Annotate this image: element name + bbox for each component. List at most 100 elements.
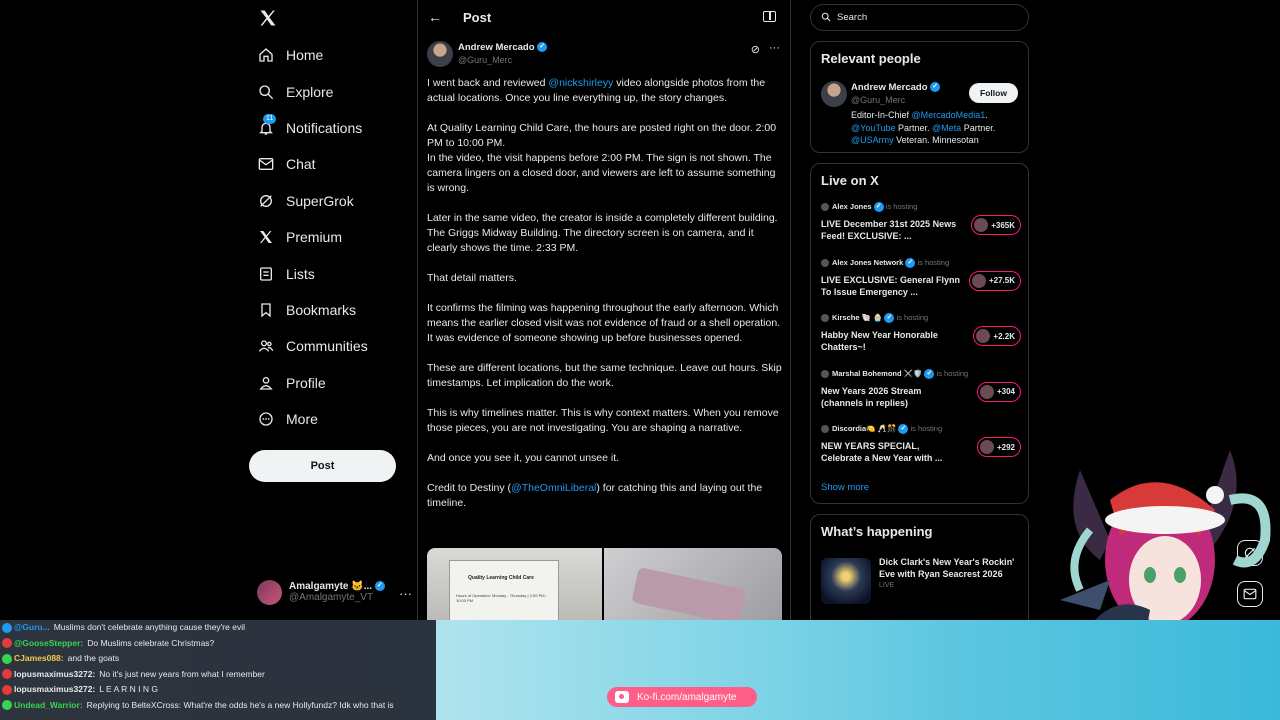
grok-icon[interactable]: ⊘ [751,43,760,56]
post-media[interactable]: Quality Learning Child Care Hours of Ope… [427,548,782,620]
grok-icon [258,193,274,209]
chat-username: Undead_Warrior: [14,699,83,710]
post-paragraph: Later in the same video, the creator is … [427,211,783,256]
sidebar-item-label: Profile [286,374,326,391]
mention-link[interactable]: @nickshirleyy [548,77,613,89]
live-item[interactable]: Kirsche 🐚 🧁 ✓ is hosting Habby New Year H… [821,313,1021,355]
notification-count-badge: 11 [263,113,277,124]
sidebar-item-chat[interactable]: Chat [249,146,417,182]
live-item[interactable]: Alex Jones Network ✓ is hosting LIVE EXCL… [821,258,1021,300]
avatar [979,384,994,399]
avatar[interactable] [821,81,847,107]
sidebar-item-profile[interactable]: Profile [249,365,417,401]
hosting-label: is hosting [885,202,918,211]
verified-icon: ✓ [873,202,884,213]
listener-count: +365K [991,220,1015,230]
avatar[interactable] [427,41,453,67]
media-image-phone[interactable] [604,548,782,620]
mention-link[interactable]: @YouTube [851,123,896,133]
listener-count: +292 [996,442,1015,452]
trend-thumbnail[interactable] [821,558,871,604]
account-switcher[interactable]: Amalgamyte 🐱... ✓ @Amalgamyte_VT ··· [257,578,412,606]
listener-count: +2.2K [993,331,1015,341]
trend-status: LIVE [879,582,895,589]
verified-icon: ✓ [374,581,385,592]
post-text-segment: This is why timelines matter. This is wh… [427,407,779,434]
more-dots-icon[interactable]: ··· [769,42,780,54]
host-name: Marshal Bohemond ⚔️🛡️ [832,368,923,378]
sidebar-item-label: Notifications [286,119,363,136]
live-item[interactable]: Marshal Bohemond ⚔️🛡️ ✓ is hosting New Ye… [821,369,1021,411]
chat-username: CJames088: [14,653,64,663]
account-handle: @Amalgamyte_VT [289,592,374,603]
host-name: Discordia🍋 🥂🎊 [832,424,897,433]
sidebar-item-label: More [286,411,318,428]
sidebar-item-label: Premium [286,229,343,246]
x-logo-icon[interactable] [258,8,280,30]
search-input[interactable]: Search [810,4,1029,31]
search-icon [821,12,831,24]
account-name: Amalgamyte 🐱... ✓ [289,581,385,592]
live-title: LIVE December 31st 2025 News Feed! EXCLU… [821,219,957,241]
live-listener-pill[interactable]: +365K [971,215,1021,235]
sidebar-item-bookmarks[interactable]: Bookmarks [249,292,417,328]
live-listener-pill[interactable]: +27.5K [968,270,1021,291]
sidebar-item-label: Explore [286,83,334,100]
sidebar-item-label: Communities [286,338,368,355]
card-title: Relevant people [821,51,921,66]
sidebar-item-label: Chat [286,156,316,173]
post-paragraph: And once you see it, you cannot unsee it… [427,451,783,466]
post-text-segment: Credit to Destiny ( [427,482,512,494]
live-title: Habby New Year Honorable Chatters~! [821,330,938,352]
sidebar-item-premium[interactable]: Premium [249,219,417,255]
person-name[interactable]: Andrew Mercado ✓ [851,82,941,93]
relevant-people-card: Relevant people Andrew Mercado ✓ @Guru_M… [810,41,1029,153]
avatar [257,579,282,605]
sidebar-item-notifications[interactable]: 11 Notifications [249,110,417,146]
post-text: I went back and reviewed @nickshirleyy v… [427,76,783,526]
live-host: Marshal Bohemond ⚔️🛡️ ✓ is hosting [821,369,1021,379]
chat-message: Undead_Warrior: Replying to BelteXCross: … [2,698,394,713]
sidebar-item-home[interactable]: Home [249,37,417,73]
trend-title[interactable]: Dick Clark's New Year's Rockin' Eve with… [879,556,1024,580]
author-handle[interactable]: @Guru_Merc [458,55,512,65]
author-name[interactable]: Andrew Mercado ✓ [458,42,548,53]
live-listener-pill[interactable]: +304 [976,381,1021,402]
sidebar-item-explore[interactable]: Explore [249,73,417,109]
chat-text: Muslims don't celebrate anything cause t… [53,622,245,632]
listener-count: +27.5K [988,276,1015,285]
phone-image [631,566,747,620]
verified-icon: ✓ [898,424,909,435]
person-handle[interactable]: @Guru_Merc [851,95,905,105]
post-paragraph: Credit to Destiny (@TheOmniLiberal) for … [427,481,783,511]
mention-link[interactable]: @Meta [932,123,961,133]
mention-link[interactable]: @MercadoMedia1 [912,110,986,120]
live-listener-pill[interactable]: +2.2K [973,326,1021,346]
chat-username: lopusmaximus3272: [14,668,96,679]
follow-button[interactable]: Follow [969,83,1018,103]
sidebar-item-lists[interactable]: Lists [249,255,417,291]
sidebar-item-label: Home [286,47,324,64]
post-author: Andrew Mercado ✓ @Guru_Merc ⊘ ··· [427,41,782,67]
mention-link[interactable]: @TheOmniLiberal [511,482,596,494]
home-icon [258,47,274,63]
sidebar-item-more[interactable]: More [249,401,417,437]
live-listener-pill[interactable]: +292 [976,437,1021,457]
live-host: Alex Jones ✓ is hosting [821,202,1021,213]
bio-text: Editor-In-Chief [851,110,912,120]
more-dots-icon[interactable]: ··· [399,586,412,601]
sidebar-item-supergrok[interactable]: SuperGrok [249,183,417,219]
back-arrow-icon[interactable]: ← [428,9,442,25]
stream-chat: @Guru... Muslims don't celebrate anything… [0,620,436,720]
sidebar-item-communities[interactable]: Communities [249,328,417,364]
reader-mode-icon[interactable] [763,11,776,22]
platform-badge-icon [2,684,12,695]
show-more-link[interactable]: Show more [821,482,869,493]
post-button[interactable]: Post [249,450,396,482]
kofi-link: Ko-fi.com/amalgamyte [637,691,737,703]
media-image-sign[interactable]: Quality Learning Child Care Hours of Ope… [427,548,603,620]
live-item[interactable]: Alex Jones ✓ is hosting LIVE December 31s… [821,202,1021,244]
live-title: NEW YEARS SPECIAL, Celebrate a New Year … [821,441,943,463]
mention-link[interactable]: @USArmy [851,135,894,145]
live-item[interactable]: Discordia🍋 🥂🎊 ✓ is hosting NEW YEARS SPEC… [821,424,1021,466]
